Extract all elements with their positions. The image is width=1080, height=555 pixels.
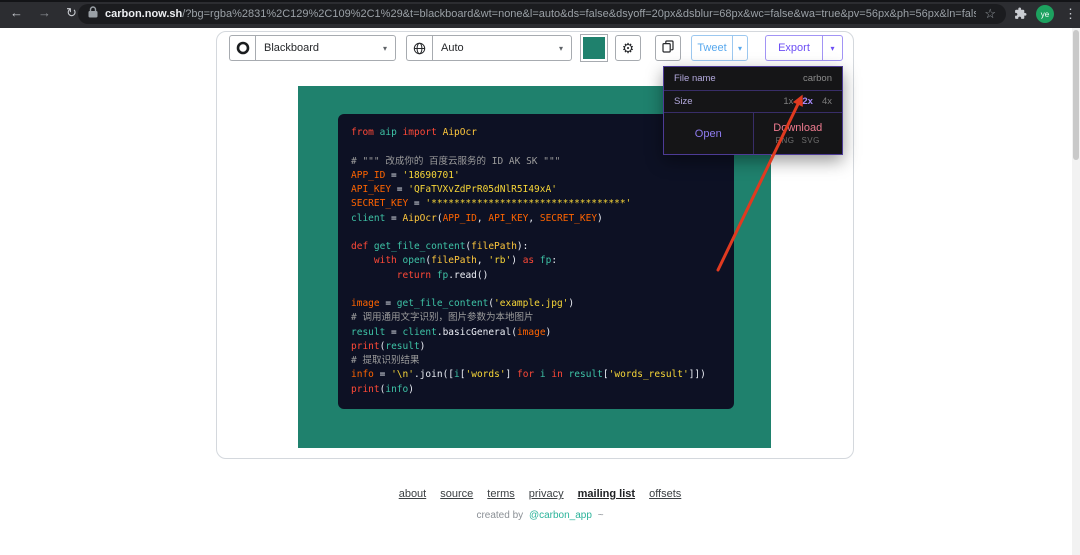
footer-links: about source terms privacy mailing list offse… [0,484,1080,502]
format-png: PNG [775,136,795,145]
file-name-input[interactable]: carbon [803,73,832,84]
language-select-value: Auto [441,42,464,54]
code-line: return fp.read() [396,269,489,281]
scrollbar-track[interactable] [1072,28,1080,555]
browser-chrome: ← → ↻ carbon.now.sh/?bg=rgba%2831%2C129%… [0,0,1080,28]
profile-avatar[interactable]: ye [1036,5,1054,23]
code-line: print(result) [351,340,426,352]
created-by-prefix: created by [476,510,524,521]
footer-link-about[interactable]: about [399,488,427,500]
size-option-1x[interactable]: 1x [783,96,793,107]
code-line: # 调用通用文字识别，图片参数为本地图片 [351,312,534,324]
code-line: APP_ID = '18690701' [351,169,460,181]
export-dropdown-chevron[interactable]: ▾ [822,35,843,61]
toolbar: Blackboard ▾ Auto ▾ ⚙ Tweet ▾ Export ▾ [217,35,853,61]
chevron-down-icon: ▾ [382,43,387,53]
created-by-suffix: ~ [597,510,604,521]
extensions-puzzle-icon[interactable] [1014,7,1027,25]
footer-link-terms[interactable]: terms [487,488,515,500]
theme-select[interactable]: Blackboard ▾ [255,35,396,61]
code-line: info = '\n'.join([i['words'] for i in re… [351,369,706,381]
code-line: # """ 改成你的 百度云服务的 ID AK SK """ [351,155,561,167]
open-button[interactable]: Open [664,113,754,154]
theme-select-value: Blackboard [264,42,320,54]
code-line: result = client.basicGeneral(image) [351,326,552,338]
window-frame-strip [0,0,1080,2]
copy-button[interactable] [655,35,681,61]
theme-select-group: Blackboard ▾ [229,35,396,61]
settings-button[interactable]: ⚙ [615,35,641,61]
download-formats: PNG SVG [776,136,820,145]
language-select-group: Auto ▾ [406,35,572,61]
scrollbar-thumb[interactable] [1073,30,1079,160]
download-label: Download [773,122,823,134]
copy-icon [662,40,674,56]
bookmark-star-icon[interactable]: ☆ [984,6,996,22]
export-button-group: Export ▾ [765,35,843,61]
code-line: print(info) [351,383,414,395]
format-svg: SVG [801,136,820,145]
file-name-label: File name [674,73,716,84]
code-lines[interactable]: from aip import AipOcr # """ 改成你的 百度云服务的… [351,126,721,397]
browser-menu-icon[interactable]: ⋮ [1064,6,1077,22]
background-color-swatch[interactable] [581,35,607,61]
size-row: Size 1x 2x 4x [664,91,842,113]
footer-link-offsets[interactable]: offsets [649,488,681,500]
gear-icon: ⚙ [621,39,635,56]
tweet-dropdown-chevron[interactable]: ▾ [732,35,748,61]
carbon-logo-icon[interactable] [229,35,255,61]
tweet-button-group: Tweet ▾ [691,35,748,61]
url-path: /?bg=rgba%2831%2C129%2C109%2C1%29&t=blac… [182,8,977,20]
ssl-lock-icon[interactable] [88,5,98,23]
export-menu: File name carbon Size 1x 2x 4x Open Downlo… [663,66,843,155]
code-line: with open(filePath, 'rb') as fp: [373,255,558,267]
footer-link-source[interactable]: source [440,488,473,500]
globe-icon[interactable] [406,35,432,61]
code-line: API_KEY = 'QFaTVXvZdPrR05dNlR5I49xA' [351,184,557,195]
code-line: SECRET_KEY = '**************************… [351,198,632,210]
download-button[interactable]: Download PNG SVG [754,113,843,154]
forward-icon[interactable]: → [38,6,51,19]
size-label: Size [674,96,693,107]
code-window[interactable]: from aip import AipOcr # """ 改成你的 百度云服务的… [338,114,734,409]
carbon-app-link[interactable]: @carbon_app [529,510,592,521]
footer-link-mailing-list[interactable]: mailing list [578,488,635,500]
chevron-down-icon: ▾ [558,43,563,53]
code-line: # 提取识别结果 [351,355,420,366]
browser-nav-buttons: ← → ↻ [10,6,77,19]
address-bar[interactable]: carbon.now.sh/?bg=rgba%2831%2C129%2C109%… [78,4,1006,24]
export-actions-row: Open Download PNG SVG [664,113,842,154]
code-line: client = AipOcr(APP_ID, API_KEY, SECRET_… [351,212,603,224]
created-by: created by @carbon_app ~ [0,510,1080,521]
code-line: def get_file_content(filePath): [351,241,529,252]
reload-icon[interactable]: ↻ [66,6,77,19]
export-button[interactable]: Export [765,35,822,61]
size-option-2x[interactable]: 2x [802,96,813,107]
code-line: image = get_file_content('example.jpg') [351,298,575,309]
size-option-4x[interactable]: 4x [822,96,832,107]
size-options: 1x 2x 4x [783,96,832,107]
file-name-row: File name carbon [664,67,842,91]
back-icon[interactable]: ← [10,6,23,19]
url-domain: carbon.now.sh [105,8,183,20]
tweet-button[interactable]: Tweet [691,35,732,61]
language-select[interactable]: Auto ▾ [432,35,572,61]
url-text: carbon.now.sh/?bg=rgba%2831%2C129%2C109%… [105,8,976,20]
footer-link-privacy[interactable]: privacy [529,488,564,500]
